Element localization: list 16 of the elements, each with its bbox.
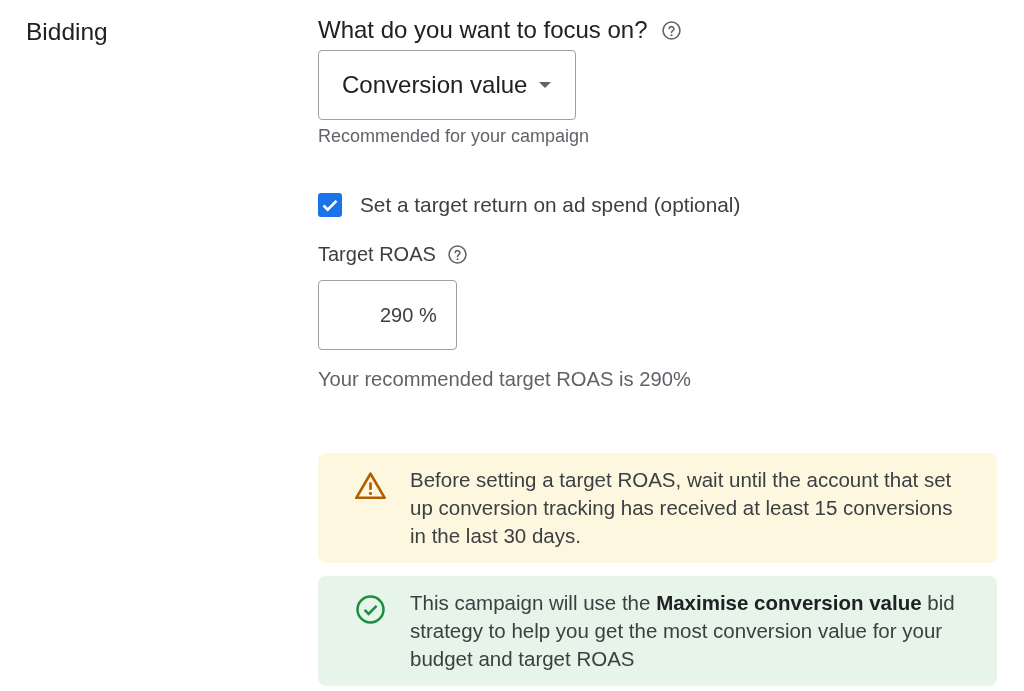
recommendation-text: Your recommended target ROAS is 290%: [318, 367, 691, 392]
target-roas-field[interactable]: 290 %: [318, 280, 457, 350]
check-circle-icon: [356, 595, 385, 624]
checkbox-label[interactable]: Set a target return on ad spend (optional): [360, 192, 741, 218]
field-label: Target ROAS: [318, 242, 436, 267]
caret-icon: [539, 82, 552, 88]
notice-text: This campaign will use the Maximise conversion value bid strategy to help you get the most conversion value for your budget and target ROAS: [410, 590, 956, 672]
question-label: What do you want to focus on?: [318, 16, 648, 44]
help-icon[interactable]: [447, 244, 467, 264]
checkbox[interactable]: [318, 193, 342, 217]
help-icon[interactable]: [661, 20, 681, 40]
warning-icon: [355, 472, 386, 499]
notice-text: Before setting a target ROAS, wait until the account that set up conversion tracking has received at least 15 conversions in the last 30 days.: [410, 467, 954, 549]
hint-text: Recommended for your campaign: [318, 125, 590, 147]
focus-dropdown[interactable]: Conversion value: [318, 50, 576, 120]
section-title: Bidding: [26, 18, 108, 46]
